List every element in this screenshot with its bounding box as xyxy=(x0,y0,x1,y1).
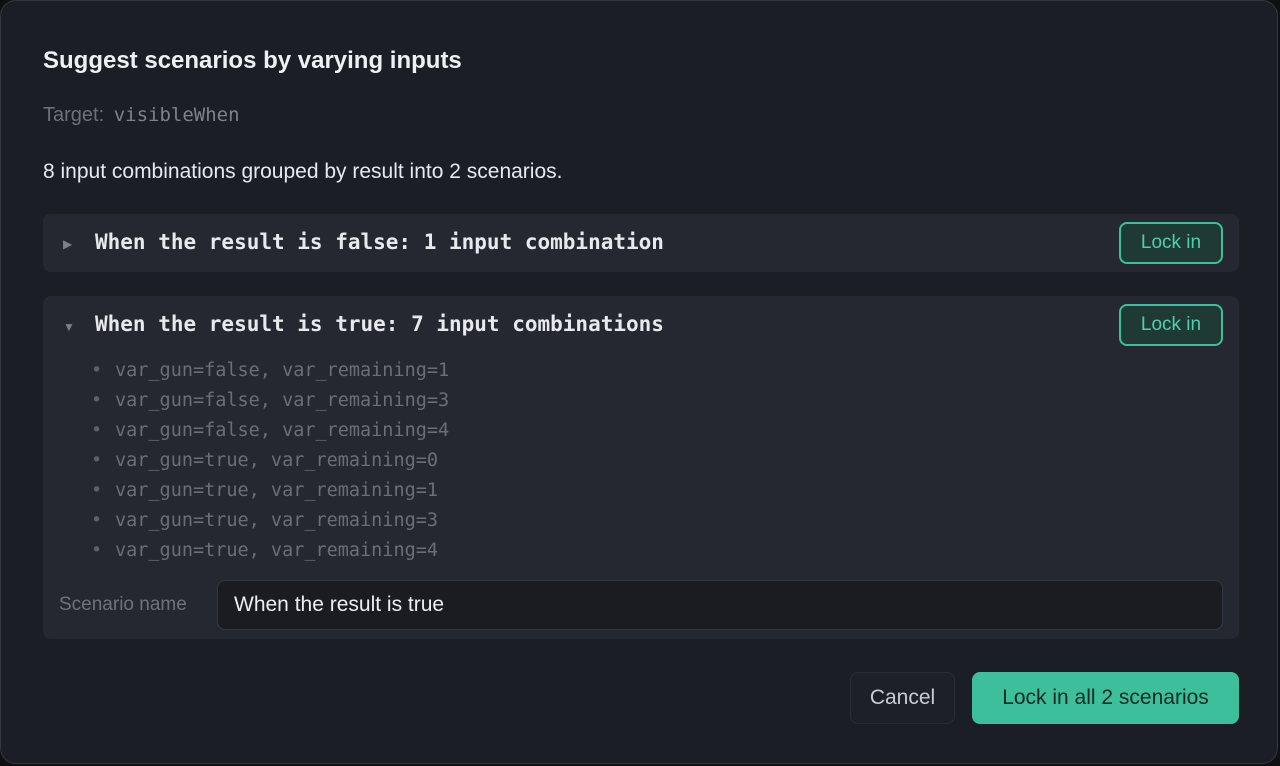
bullet-icon: • xyxy=(91,360,103,381)
dialog-title: Suggest scenarios by varying inputs xyxy=(43,47,462,74)
target-line: Target: visibleWhen xyxy=(43,104,240,127)
bullet-icon: • xyxy=(91,480,103,501)
suggest-scenarios-dialog: Suggest scenarios by varying inputs Targ… xyxy=(0,0,1278,764)
cancel-button[interactable]: Cancel xyxy=(850,672,955,724)
combination-text: var_gun=true, var_remaining=4 xyxy=(115,540,439,561)
list-item: • var_gun=true, var_remaining=4 xyxy=(91,536,449,566)
list-item: • var_gun=false, var_remaining=4 xyxy=(91,416,449,446)
lock-in-all-button[interactable]: Lock in all 2 scenarios xyxy=(972,672,1239,724)
bullet-icon: • xyxy=(91,450,103,471)
target-value: visibleWhen xyxy=(113,104,240,126)
summary-text: 8 input combinations grouped by result i… xyxy=(43,160,563,183)
combination-text: var_gun=true, var_remaining=0 xyxy=(115,450,439,471)
bullet-icon: • xyxy=(91,540,103,561)
combination-text: var_gun=false, var_remaining=1 xyxy=(115,360,450,381)
bullet-icon: • xyxy=(91,510,103,531)
list-item: • var_gun=false, var_remaining=3 xyxy=(91,386,449,416)
scenario-name-input[interactable] xyxy=(217,580,1223,630)
caret-right-icon[interactable]: ▶ xyxy=(63,237,72,251)
bullet-icon: • xyxy=(91,420,103,441)
scenario-group-false[interactable]: ▶ When the result is false: 1 input comb… xyxy=(43,214,1239,272)
list-item: • var_gun=true, var_remaining=3 xyxy=(91,506,449,536)
scenario-group-title[interactable]: When the result is true: 7 input combina… xyxy=(95,312,664,336)
lock-in-button[interactable]: Lock in xyxy=(1119,222,1223,264)
combination-text: var_gun=false, var_remaining=3 xyxy=(115,390,450,411)
lock-in-button[interactable]: Lock in xyxy=(1119,304,1223,346)
list-item: • var_gun=true, var_remaining=0 xyxy=(91,446,449,476)
scenario-group-true: ▼ When the result is true: 7 input combi… xyxy=(43,296,1239,639)
list-item: • var_gun=true, var_remaining=1 xyxy=(91,476,449,506)
input-combination-list: • var_gun=false, var_remaining=1 • var_gun… xyxy=(91,356,449,566)
combination-text: var_gun=true, var_remaining=1 xyxy=(115,480,439,501)
list-item: • var_gun=false, var_remaining=1 xyxy=(91,356,449,386)
combination-text: var_gun=false, var_remaining=4 xyxy=(115,420,450,441)
bullet-icon: • xyxy=(91,390,103,411)
caret-down-icon[interactable]: ▼ xyxy=(63,320,75,334)
combination-text: var_gun=true, var_remaining=3 xyxy=(115,510,439,531)
scenario-group-title[interactable]: When the result is false: 1 input combin… xyxy=(95,230,664,254)
target-label: Target: xyxy=(43,104,105,126)
scenario-name-label: Scenario name xyxy=(59,594,187,615)
